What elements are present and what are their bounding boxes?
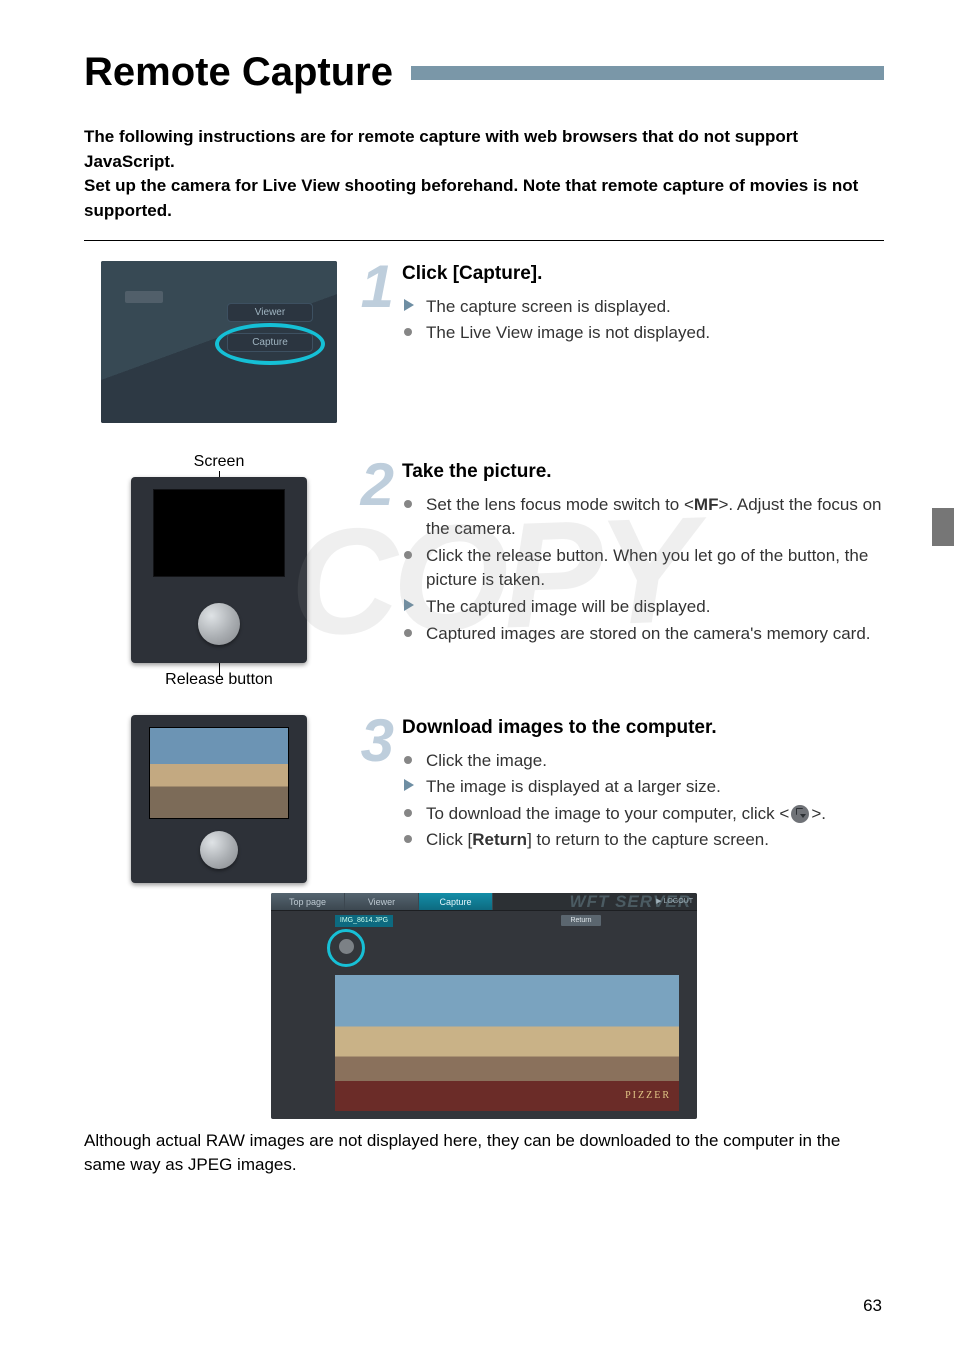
- filename-badge: IMG_8614.JPG: [335, 915, 393, 927]
- figure-camera-back-image: [131, 715, 307, 883]
- bullet-text: Click [Return] to return to the capture …: [426, 830, 769, 849]
- bullet-text: To download the image to your computer, …: [426, 804, 826, 823]
- bullet-text: Click the release button. When you let g…: [426, 546, 868, 590]
- step-3-number: 3: [354, 715, 394, 766]
- release-button[interactable]: [198, 603, 240, 645]
- figure-camera-back: [131, 477, 307, 663]
- bullet-item: The capture screen is displayed.: [402, 295, 884, 320]
- title-divider-bar: [411, 66, 884, 80]
- step-2-title: Take the picture.: [402, 461, 884, 483]
- bullet-item: To download the image to your computer, …: [402, 802, 884, 827]
- step-1-title: Click [Capture].: [402, 263, 884, 285]
- triangle-icon: [404, 599, 414, 611]
- bullet-item: Click [Return] to return to the capture …: [402, 828, 884, 853]
- captured-photo[interactable]: [335, 975, 679, 1111]
- bullet-dot-icon: [404, 629, 412, 637]
- bullet-text: The captured image will be displayed.: [426, 597, 710, 616]
- tab-top-page[interactable]: Top page: [271, 893, 345, 910]
- bullet-dot-icon: [404, 551, 412, 559]
- release-button[interactable]: [200, 831, 238, 869]
- bullet-item: The Live View image is not displayed.: [402, 321, 884, 346]
- camera-screen-image[interactable]: [149, 727, 289, 819]
- highlight-circle-icon: [327, 929, 365, 967]
- bullet-text: Captured images are stored on the camera…: [426, 624, 871, 643]
- triangle-icon: [404, 779, 414, 791]
- page-number: 63: [863, 1296, 882, 1316]
- bullet-dot-icon: [404, 500, 412, 508]
- bullet-text: The image is displayed at a larger size.: [426, 777, 721, 796]
- return-button[interactable]: Return: [561, 915, 601, 926]
- bullet-item: The image is displayed at a larger size.: [402, 775, 884, 800]
- bullet-dot-icon: [404, 809, 412, 817]
- menu-capture-button[interactable]: Capture: [227, 333, 313, 352]
- tab-capture[interactable]: Capture: [419, 893, 493, 910]
- menu-viewer-button[interactable]: Viewer: [227, 303, 313, 322]
- logout-link[interactable]: ▶ LOGOUT: [656, 897, 693, 905]
- intro-text: The following instructions are for remot…: [84, 125, 884, 224]
- step-2-number: 2: [354, 459, 394, 510]
- bullet-text: Click the image.: [426, 751, 547, 770]
- bullet-dot-icon: [404, 835, 412, 843]
- tab-viewer[interactable]: Viewer: [345, 893, 419, 910]
- bullet-item: Click the release button. When you let g…: [402, 544, 884, 593]
- step-2-bullets: Set the lens focus mode switch to <MF>. …: [402, 493, 884, 647]
- step-1-number: 1: [354, 261, 394, 312]
- download-icon: [791, 805, 809, 823]
- bullet-text: The Live View image is not displayed.: [426, 323, 710, 342]
- camera-screen: [153, 489, 285, 577]
- bullet-dot-icon: [404, 328, 412, 336]
- bullet-item: Click the image.: [402, 749, 884, 774]
- bullet-item: Set the lens focus mode switch to <MF>. …: [402, 493, 884, 542]
- brand-box: [125, 291, 163, 303]
- bullet-item: The captured image will be displayed.: [402, 595, 884, 620]
- figure-top-menu: Viewer Capture: [101, 261, 337, 423]
- bullet-text: The capture screen is displayed.: [426, 297, 671, 316]
- horizontal-rule: [84, 240, 884, 241]
- triangle-icon: [404, 299, 414, 311]
- bullet-text: Set the lens focus mode switch to <MF>. …: [426, 495, 881, 539]
- footnote: Although actual RAW images are not displ…: [84, 1129, 884, 1178]
- bullet-dot-icon: [404, 756, 412, 764]
- figure-wft-server: Top page Viewer Capture WFT SERVER ▶ LOG…: [271, 893, 697, 1119]
- bullet-item: Captured images are stored on the camera…: [402, 622, 884, 647]
- step-3-title: Download images to the computer.: [402, 717, 884, 739]
- step-3-bullets: Click the image. The image is displayed a…: [402, 749, 884, 854]
- step-1-bullets: The capture screen is displayed. The Live…: [402, 295, 884, 346]
- page-title: Remote Capture: [84, 50, 393, 95]
- side-thumb-tab: [932, 508, 954, 546]
- screen-label: Screen: [194, 453, 245, 471]
